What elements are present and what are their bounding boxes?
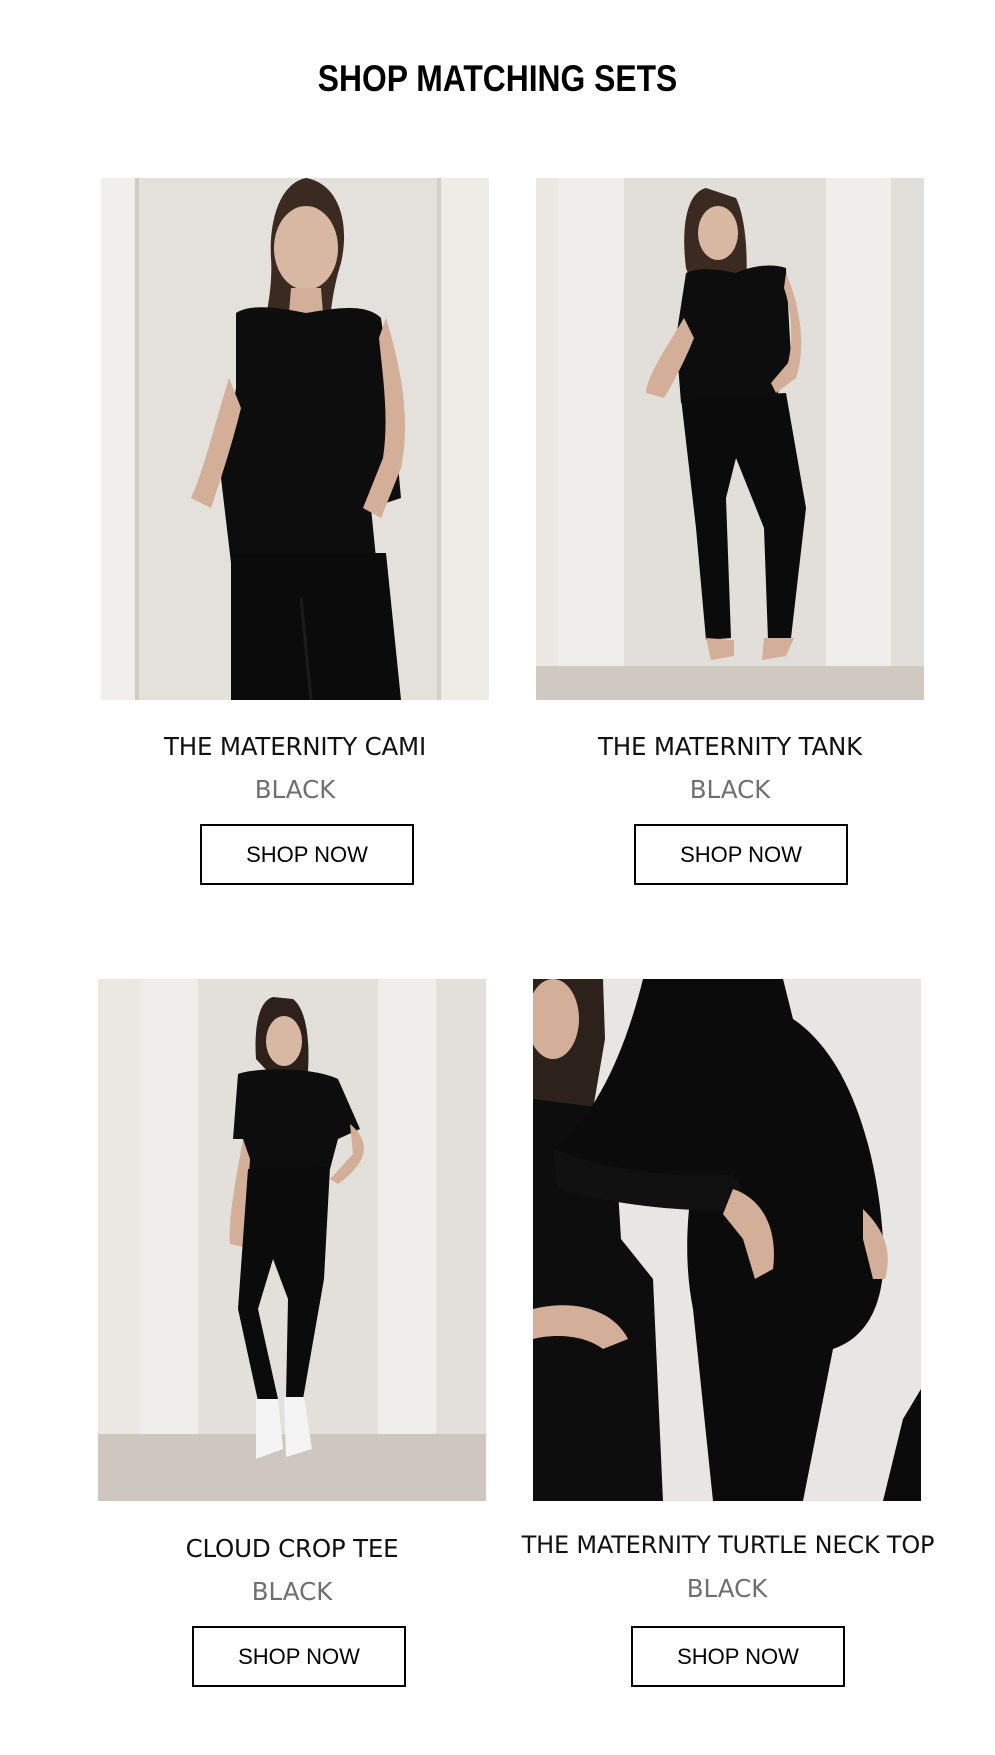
product-name: CLOUD CROP TEE (185, 1534, 399, 1563)
product-card-maternity-cami: THE MATERNITY CAMI BLACK SHOP NOW (101, 178, 541, 898)
shop-now-button[interactable]: SHOP NOW (634, 824, 848, 885)
product-card-maternity-turtle-neck-top: THE MATERNITY TURTLE NECK TOP BLACK SHOP… (521, 979, 961, 1699)
product-image-maternity-tank[interactable] (536, 178, 924, 700)
product-color: BLACK (689, 775, 771, 804)
product-image-maternity-turtle-neck-top[interactable] (533, 979, 921, 1501)
product-name: THE MATERNITY CAMI (163, 732, 427, 761)
shop-now-button[interactable]: SHOP NOW (631, 1626, 845, 1687)
product-color: BLACK (686, 1574, 768, 1603)
shop-now-button[interactable]: SHOP NOW (200, 824, 414, 885)
product-card-maternity-tank: THE MATERNITY TANK BLACK SHOP NOW (536, 178, 976, 898)
page-title: SHOP MATCHING SETS (317, 58, 678, 99)
product-name: THE MATERNITY TURTLE NECK TOP (521, 1531, 935, 1559)
product-card-cloud-crop-tee: CLOUD CROP TEE BLACK SHOP NOW (98, 979, 538, 1699)
shop-now-button[interactable]: SHOP NOW (192, 1626, 406, 1687)
product-image-maternity-cami[interactable] (101, 178, 489, 700)
product-name: THE MATERNITY TANK (597, 732, 862, 761)
product-color: BLACK (254, 775, 336, 804)
product-color: BLACK (251, 1577, 333, 1606)
product-image-cloud-crop-tee[interactable] (98, 979, 486, 1501)
